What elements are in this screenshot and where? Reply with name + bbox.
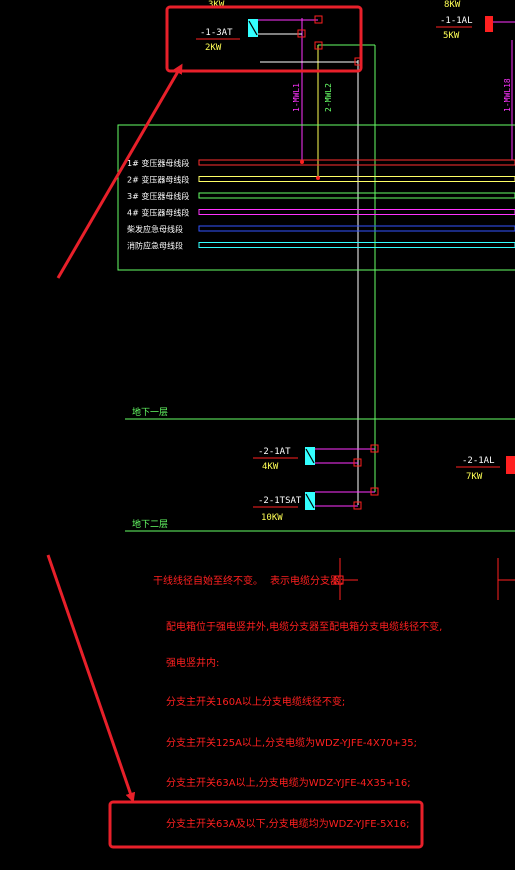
panel-b-kw: 5KW — [443, 31, 460, 41]
panel-c-name: -2-1AT — [258, 447, 291, 457]
panel-a-kw: 2KW — [205, 43, 222, 53]
legend-bus-bar — [198, 192, 515, 199]
panel-d-name: -2-1TSAT — [258, 496, 302, 506]
panel-e-symbol — [506, 456, 515, 474]
legend-label: 2# 变压器母线段 — [127, 175, 189, 185]
note-line-1b: 表示电缆分支器; — [270, 574, 343, 587]
cad-drawing: 3KW -1-3AT 2KW 8KW -1-1AL 5KW 1-MWL1 2-M… — [46, 0, 515, 849]
panel-e-kw: 7KW — [466, 472, 483, 482]
legend-label: 4# 变压器母线段 — [127, 208, 189, 218]
legend-label: 3# 变压器母线段 — [127, 191, 189, 201]
wire-label-1: 1-MWL1 — [292, 83, 301, 112]
legend-label: 消防应急母线段 — [127, 241, 183, 251]
panel-b-name: -1-1AL — [440, 16, 473, 26]
panel-b-symbol — [485, 16, 493, 32]
arrow-to-bottom-box — [46, 554, 136, 803]
note-line-7: 分支主开关63A及以下,分支电缆均为WDZ-YJFE-5X16; — [166, 817, 409, 830]
panel-c-kw: 4KW — [262, 462, 279, 472]
note-line-3: 强电竖井内: — [166, 656, 219, 669]
floor-label-lower: 地下二层 — [132, 518, 168, 530]
legend-label: 柴发应急母线段 — [127, 224, 183, 234]
note-line-2: 配电箱位于强电竖井外,电缆分支器至配电箱分支电缆线径不变, — [166, 620, 442, 633]
note-line-6: 分支主开关63A以上,分支电缆为WDZ-YJFE-4X35+16; — [166, 776, 411, 789]
legend-bus-bar — [198, 176, 515, 182]
note-line-1: 干线线径自始至终不变。 — [153, 574, 263, 587]
note-line-5: 分支主开关125A以上,分支电缆为WDZ-YJFE-4X70+35; — [166, 736, 417, 749]
note-line-4: 分支主开关160A以上分支电缆线径不变; — [166, 695, 345, 708]
panel-e-name: -2-1AL — [462, 456, 495, 466]
floor-label-upper: 地下一层 — [132, 406, 168, 418]
bus-legend: 1# 变压器母线段 2# 变压器母线段 3# 变压器母线段 4# 变压器母线段柴发应急… — [127, 158, 515, 251]
top-right-kw: 8KW — [444, 0, 461, 10]
legend-bus-bar — [198, 225, 515, 232]
panel-a-name: -1-3AT — [200, 28, 233, 38]
legend-label: 1# 变压器母线段 — [127, 158, 189, 168]
wire-label-2: 2-MWL2 — [324, 83, 333, 112]
panel-d-kw: 10KW — [261, 513, 283, 523]
wire-label-3: 1-MWL18 — [503, 78, 512, 112]
legend-bus-bar — [198, 159, 515, 166]
legend-bus-bar — [198, 209, 515, 215]
legend-bus-bar — [198, 242, 515, 248]
